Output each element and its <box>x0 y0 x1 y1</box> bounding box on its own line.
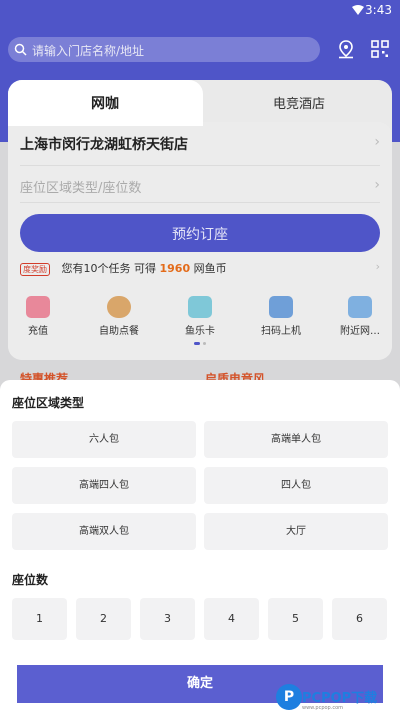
quick-action-fish-card[interactable]: 鱼乐卡 <box>170 296 230 337</box>
quick-action-nearby[interactable]: 附近网… <box>330 296 390 337</box>
wifi-icon <box>352 5 364 15</box>
quick-action-label: 附近网… <box>340 326 380 337</box>
area-option[interactable]: 四人包 <box>204 467 388 504</box>
seat-count-option[interactable]: 6 <box>332 598 387 640</box>
task-suffix: 网鱼币 <box>193 262 227 275</box>
watermark-text: PCPOP下载 <box>302 691 378 706</box>
seat-count-option[interactable]: 3 <box>140 598 195 640</box>
tab-esports-hotel[interactable]: 电竞酒店 <box>273 93 325 112</box>
chevron-right-icon: › <box>374 134 380 150</box>
task-amount: 1960 <box>159 262 191 275</box>
chevron-right-icon: › <box>375 260 380 273</box>
bowl-icon <box>107 296 131 318</box>
store-name[interactable]: 上海市闵行龙湖虹桥天街店 <box>20 134 188 154</box>
search-input[interactable]: 请输入门店名称/地址 <box>8 37 320 62</box>
location-pin-icon[interactable] <box>336 39 356 59</box>
monitor-icon <box>269 296 293 318</box>
qr-scan-icon[interactable] <box>370 39 390 59</box>
wallet-icon <box>26 296 50 318</box>
building-icon <box>348 296 372 318</box>
area-option[interactable]: 高端单人包 <box>204 421 388 458</box>
search-icon <box>14 43 27 56</box>
area-option[interactable]: 高端双人包 <box>12 513 196 550</box>
area-option[interactable]: 高端四人包 <box>12 467 196 504</box>
seat-count-option[interactable]: 5 <box>268 598 323 640</box>
divider <box>20 202 380 203</box>
seat-selector[interactable]: 座位区域类型/座位数 <box>20 177 141 196</box>
page-indicator <box>194 342 206 345</box>
chevron-right-icon: › <box>374 177 380 193</box>
quick-action-scan-login[interactable]: 扫码上机 <box>251 296 311 337</box>
seat-count-option[interactable]: 4 <box>204 598 259 640</box>
app-screen: 3:43 请输入门店名称/地址 网咖 电竞酒店 上海市闵行龙湖虹桥天街店 › 座… <box>0 0 400 720</box>
status-bar: 3:43 <box>0 0 400 22</box>
quick-action-label: 扫码上机 <box>261 326 301 337</box>
reserve-button[interactable]: 预约订座 <box>20 214 380 252</box>
area-option[interactable]: 大厅 <box>204 513 388 550</box>
quick-action-label: 鱼乐卡 <box>185 326 215 337</box>
tab-wangka[interactable]: 网咖 <box>91 93 119 113</box>
vip-card-icon <box>188 296 212 318</box>
seat-count-option[interactable]: 1 <box>12 598 67 640</box>
task-badge: 度奖励 <box>20 262 50 276</box>
task-prefix: 您有10个任务 可得 <box>61 262 157 275</box>
seat-count-option[interactable]: 2 <box>76 598 131 640</box>
search-placeholder: 请输入门店名称/地址 <box>32 44 145 58</box>
seat-count-title: 座位数 <box>12 573 49 587</box>
quick-action-order-food[interactable]: 自助点餐 <box>89 296 149 337</box>
quick-action-recharge[interactable]: 充值 <box>8 296 68 337</box>
divider <box>20 165 380 166</box>
quick-action-label: 自助点餐 <box>99 326 139 337</box>
task-row[interactable]: 度奖励 您有10个任务 可得 1960 网鱼币 › <box>20 260 380 280</box>
status-time: 3:43 <box>365 3 392 17</box>
watermark-url: www.pcpop.com <box>302 705 343 711</box>
watermark-logo-icon: P <box>276 684 302 710</box>
area-option[interactable]: 六人包 <box>12 421 196 458</box>
watermark: P PCPOP下载 www.pcpop.com <box>276 684 400 720</box>
quick-action-label: 充值 <box>28 326 48 337</box>
area-type-title: 座位区域类型 <box>12 396 85 410</box>
